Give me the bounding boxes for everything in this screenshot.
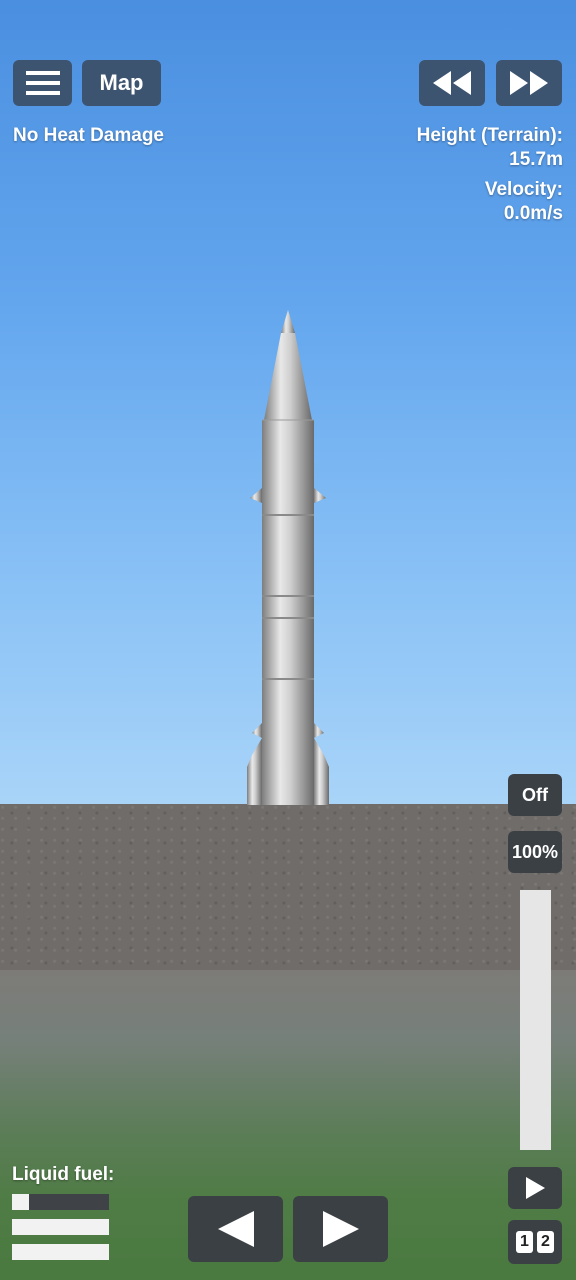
fuel-bar (12, 1244, 109, 1260)
throttle-percent-button[interactable]: 100% (508, 831, 562, 873)
rewind-icon (433, 71, 471, 95)
stage-number: 1 (516, 1231, 533, 1253)
fuel-bar-fill (12, 1194, 30, 1210)
rotate-left-icon (217, 1211, 254, 1247)
velocity-value: 0.0m/s (503, 203, 563, 224)
fast-forward-button[interactable] (496, 60, 562, 106)
heat-status-text: No Heat Damage (13, 125, 164, 146)
fast-forward-icon (510, 71, 548, 95)
map-button[interactable]: Map (82, 60, 161, 106)
fuel-bar (12, 1219, 109, 1235)
throttle-off-label: Off (522, 784, 548, 805)
rotate-left-button[interactable] (188, 1196, 283, 1262)
liquid-fuel-label: Liquid fuel: (12, 1164, 115, 1185)
height-value: 15.7m (509, 149, 563, 170)
rotate-right-icon (322, 1211, 359, 1247)
hamburger-menu-icon (25, 71, 60, 95)
launch-ground (0, 804, 576, 970)
stage-selector[interactable]: 1 2 (508, 1220, 562, 1264)
play-stage-icon (526, 1177, 545, 1199)
throttle-slider[interactable] (520, 890, 551, 1150)
height-label: Height (Terrain): (416, 125, 563, 146)
throttle-percent-label: 100% (511, 841, 559, 862)
activate-stage-button[interactable] (508, 1167, 562, 1209)
rewind-button[interactable] (419, 60, 485, 106)
stage-number: 2 (537, 1231, 554, 1253)
throttle-off-button[interactable]: Off (508, 774, 562, 816)
rocket (247, 310, 329, 805)
map-button-label: Map (99, 70, 144, 95)
velocity-label: Velocity: (484, 179, 563, 200)
rotate-right-button[interactable] (293, 1196, 388, 1262)
menu-button[interactable] (13, 60, 72, 106)
fuel-bar (12, 1194, 109, 1210)
